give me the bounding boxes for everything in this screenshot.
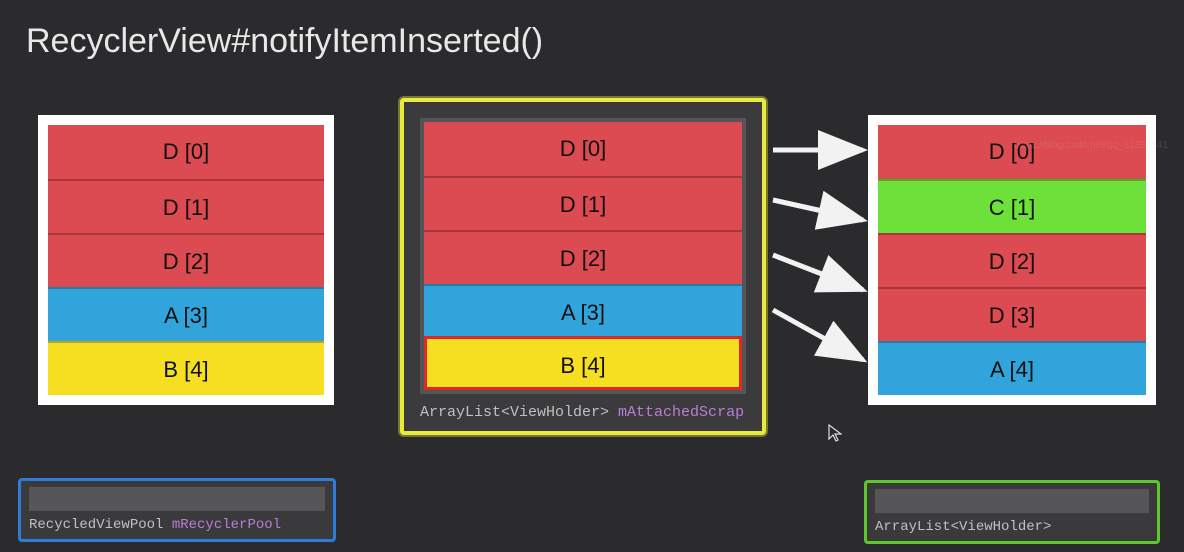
list-item: D [1]: [48, 179, 324, 233]
pool-caption-type: RecycledViewPool: [29, 517, 163, 533]
list-item: B [4]: [48, 341, 324, 395]
list-item: D [1]: [424, 176, 742, 230]
list-item: D [0]: [424, 122, 742, 176]
scrap-caption: ArrayList<ViewHolder> mAttachedScrap: [420, 404, 746, 421]
initial-list: D [0] D [1] D [2] A [3] B [4]: [38, 115, 334, 405]
watermark: https://blog.csdn.net/qq_31339141: [1015, 140, 1168, 151]
arrow-icon: [773, 255, 863, 290]
changed-caption-type: ArrayList<ViewHolder>: [875, 519, 1051, 535]
list-item: D [2]: [424, 230, 742, 284]
list-item: D [0]: [48, 125, 324, 179]
changed-empty-bar: [875, 489, 1149, 513]
list-item: D [3]: [878, 287, 1146, 341]
list-item: D [2]: [48, 233, 324, 287]
list-item: D [2]: [878, 233, 1146, 287]
recycler-pool-box: RecycledViewPool mRecyclerPool: [18, 478, 336, 542]
list-item: C [1]: [878, 179, 1146, 233]
arrow-icon: [773, 310, 863, 360]
scrap-list: D [0] D [1] D [2] A [3] B [4]: [420, 118, 746, 394]
attached-scrap-box: D [0] D [1] D [2] A [3] B [4] ArrayList<…: [400, 98, 766, 435]
arrow-icon: [773, 200, 863, 220]
changed-scrap-box: ArrayList<ViewHolder>: [864, 480, 1160, 544]
list-item-highlighted: B [4]: [424, 336, 742, 390]
pool-caption-field: mRecyclerPool: [172, 517, 281, 533]
pool-caption: RecycledViewPool mRecyclerPool: [29, 517, 325, 533]
final-list: D [0] C [1] D [2] D [3] A [4]: [868, 115, 1156, 405]
list-item: A [4]: [878, 341, 1146, 395]
changed-caption: ArrayList<ViewHolder>: [875, 519, 1149, 535]
page-title: RecyclerView#notifyItemInserted(): [26, 22, 543, 61]
list-item: A [3]: [48, 287, 324, 341]
scrap-caption-field: mAttachedScrap: [618, 404, 744, 421]
list-item: D [0]: [878, 125, 1146, 179]
cursor-icon: [828, 424, 842, 447]
list-item: A [3]: [424, 284, 742, 338]
scrap-caption-type: ArrayList<ViewHolder>: [420, 404, 609, 421]
pool-empty-bar: [29, 487, 325, 511]
